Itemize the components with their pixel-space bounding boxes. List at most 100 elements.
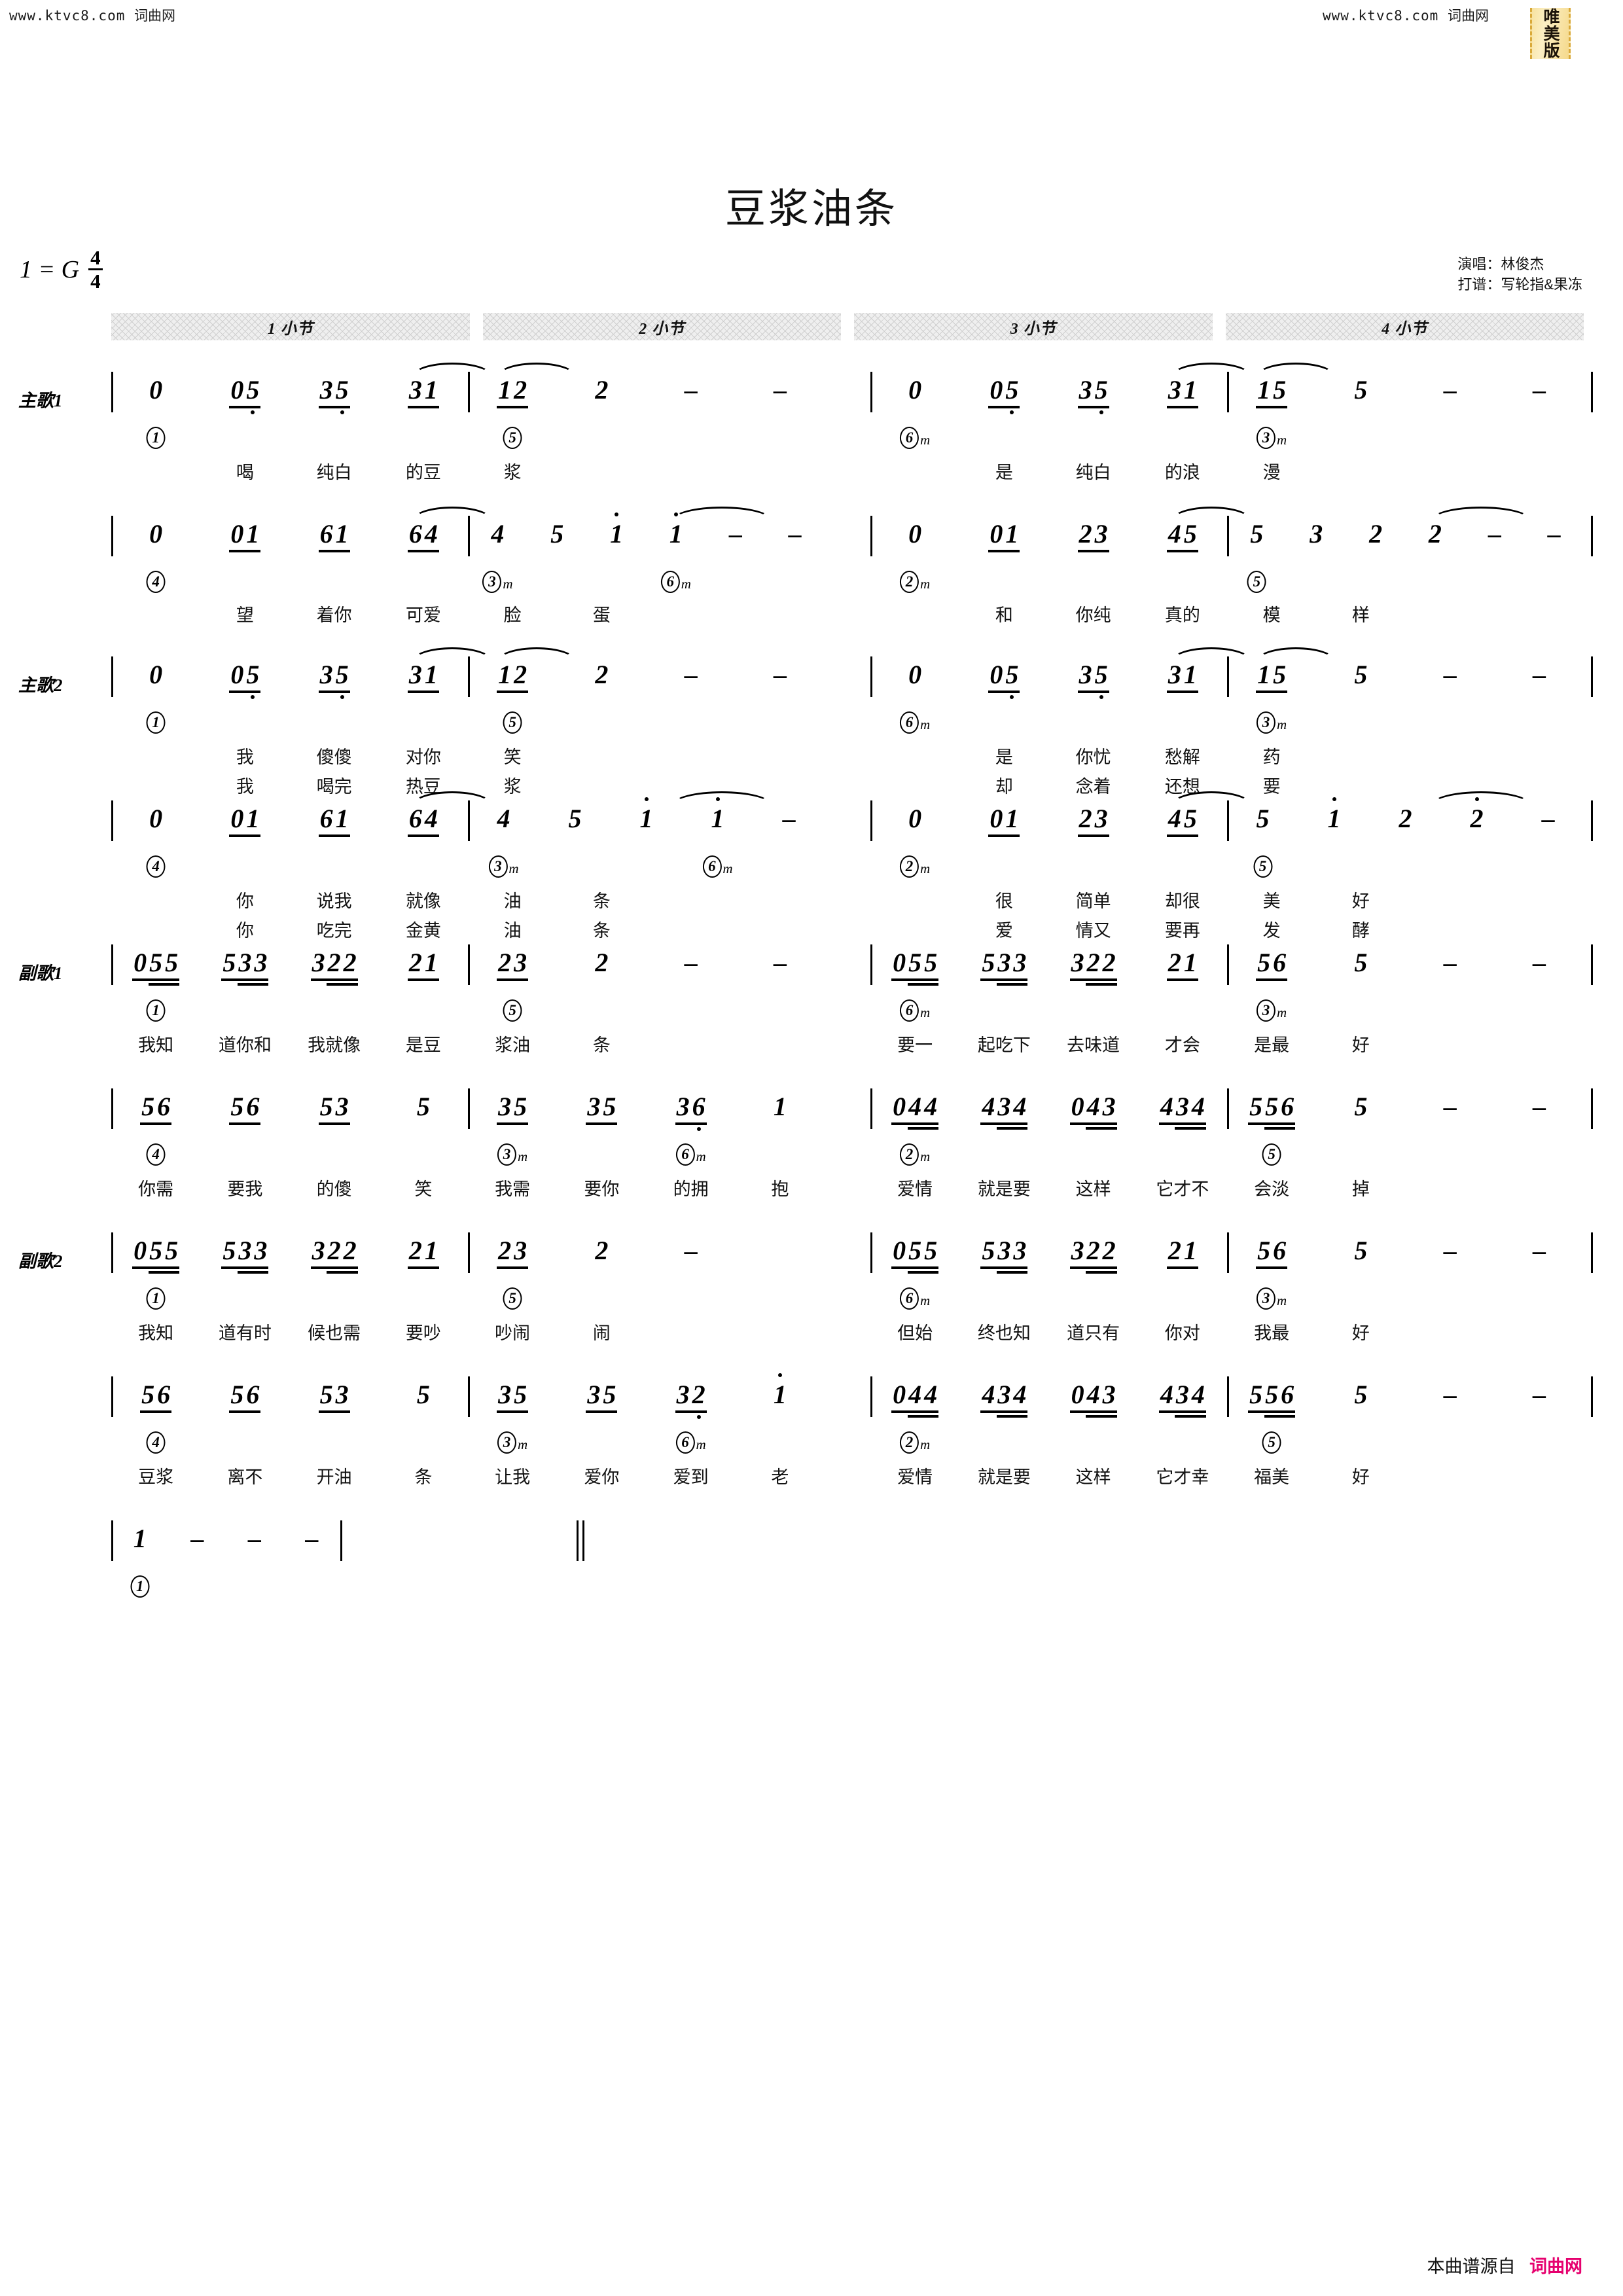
note-row: 1	[710, 797, 726, 832]
note-row: –	[1531, 662, 1547, 688]
note-group: 043	[1069, 1094, 1117, 1130]
note-group: –	[683, 662, 699, 688]
note-row: 56	[140, 1094, 171, 1120]
lyric-syllable: 脸	[503, 605, 522, 625]
note-row: 5	[1353, 662, 1368, 688]
octave-dot-low-icon	[251, 695, 255, 699]
beam-line	[988, 834, 1020, 837]
note-row: 1	[772, 1373, 788, 1408]
note-row: –	[1442, 1094, 1458, 1120]
lyric-syllable	[1495, 1319, 1584, 1344]
chord-marking: 2m	[900, 1143, 930, 1166]
note-group: 53	[318, 1382, 350, 1413]
note-digit: 0	[908, 804, 922, 833]
note-digit: 2	[327, 1236, 341, 1265]
lyric-syllable: 对你	[405, 747, 441, 767]
note-group: 2	[1427, 521, 1443, 547]
note-group: 31	[407, 377, 439, 408]
barline	[1591, 1088, 1593, 1129]
note-digit: 0	[908, 660, 922, 689]
beam-line	[407, 978, 439, 981]
note-group: 2	[594, 950, 609, 976]
beam-line	[1077, 550, 1109, 552]
note-group: 322	[1069, 950, 1117, 986]
chord-marking: 3m	[497, 1143, 527, 1166]
beam-line	[586, 1410, 618, 1413]
note-group: 533	[221, 950, 269, 986]
chord-degree-circle: 3	[497, 1431, 517, 1454]
chord-degree-circle: 5	[1262, 1431, 1281, 1454]
section-label: 主歌2	[18, 675, 63, 695]
note-row: 533	[221, 1238, 268, 1264]
note-group: 45	[1166, 521, 1198, 552]
note-row: 01	[988, 806, 1020, 832]
note-digit: 5	[908, 1236, 922, 1265]
note-group: 5	[549, 521, 565, 547]
note-digit: 3	[1168, 660, 1181, 689]
chord-degree-circle: 3	[1257, 711, 1276, 734]
note-row: 1	[609, 512, 624, 547]
beam-line	[1256, 1266, 1288, 1269]
note-digit: 0	[230, 660, 244, 689]
note-digit: 5	[550, 519, 564, 548]
chord-marking: 6m	[900, 1287, 930, 1310]
chord-degree-circle: 1	[146, 711, 166, 734]
note-row: –	[683, 1238, 699, 1264]
beam-line	[318, 834, 350, 837]
chord-degree-circle: 5	[1262, 1143, 1281, 1166]
note-row: 23	[1078, 806, 1109, 832]
note-group: 5	[1353, 1238, 1368, 1264]
beam-line	[980, 1410, 1028, 1413]
note-row: –	[728, 521, 743, 547]
chord-minor-suffix: m	[920, 432, 931, 448]
lyric-half-left: 你 说我 就像 油 条	[111, 887, 825, 912]
lyric-syllable: 的拥	[673, 1179, 709, 1199]
lyric-syllable: 可爱	[405, 605, 441, 625]
note-group: –	[1531, 662, 1547, 688]
lyric-syllable: 说我	[316, 891, 352, 911]
note-digit: 5	[1354, 1380, 1368, 1409]
chord-marking: 3m	[488, 855, 519, 878]
beam-line	[907, 1271, 939, 1274]
lyric-syllable: 美	[1262, 891, 1281, 911]
lyric-syllable: 我知	[138, 1323, 174, 1343]
lyric-half-right: 和 你纯 真的 模 样	[870, 601, 1584, 626]
watermark-top-left: www.ktvc8.com 词曲网	[9, 5, 175, 25]
note-digit: 0	[134, 948, 147, 977]
note-sustain-dash: –	[1532, 948, 1546, 977]
chord-degree-circle: 5	[503, 427, 522, 449]
note-digit: 3	[1079, 375, 1092, 404]
note-digit: 4	[1191, 1380, 1205, 1409]
note-row: –	[683, 662, 699, 688]
note-group: 043	[1069, 1382, 1117, 1418]
note-digit: 5	[1273, 375, 1287, 404]
note-digit: 2	[498, 948, 512, 977]
beam-line	[988, 691, 1020, 693]
note-row: 2	[594, 662, 609, 688]
chord-marking: 1	[146, 427, 166, 449]
chord-minor-suffix: m	[1277, 432, 1287, 448]
note-digit: 1	[639, 797, 654, 832]
lyric-syllable: 但始	[897, 1323, 933, 1343]
note-group: 35	[586, 1382, 618, 1413]
chord-marking: 5	[503, 711, 522, 734]
lyric-syllable	[647, 1031, 736, 1056]
note-group: –	[189, 1526, 205, 1552]
lyric-syllable: 就是要	[977, 1467, 1031, 1487]
lyric-syllable: 你对	[1164, 1323, 1200, 1343]
note-row: –	[787, 521, 803, 547]
chord-minor-suffix: m	[920, 861, 931, 876]
beam-line	[1077, 691, 1109, 693]
note-digit: 3	[676, 1092, 690, 1121]
chord-degree-circle: 1	[146, 427, 166, 449]
lyric-syllable	[1316, 458, 1405, 484]
note-group: –	[1442, 1094, 1458, 1120]
note-group: 1	[609, 512, 624, 547]
note-digit: 3	[1310, 519, 1323, 548]
note-group: 434	[980, 1094, 1028, 1130]
chord-minor-suffix: m	[681, 576, 691, 592]
note-digit: 5	[1094, 662, 1109, 699]
chord-marking: 4	[146, 855, 166, 878]
lyric-syllable: 道你和	[218, 1035, 272, 1055]
note-row: 56	[1256, 1238, 1287, 1264]
